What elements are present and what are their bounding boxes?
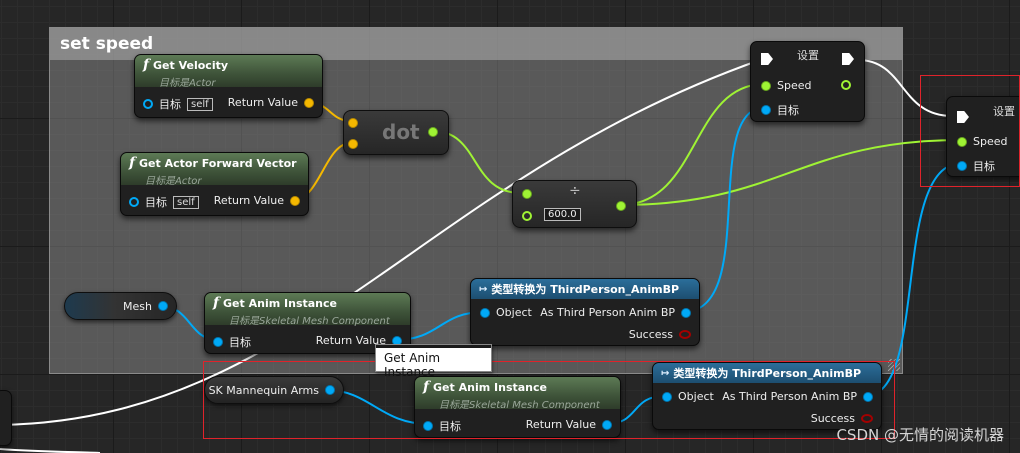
as-label: As Third Person Anim BP	[722, 390, 857, 403]
object-wire-cast2-set2	[864, 162, 963, 397]
node-header[interactable]: ↦ 类型转换为 ThirdPerson_AnimBP	[653, 363, 881, 383]
return-label: Return Value	[525, 418, 596, 431]
return-pin[interactable]	[290, 195, 300, 206]
function-icon: f	[129, 155, 136, 171]
object-label: Object	[678, 390, 714, 403]
success-pin[interactable]	[861, 414, 873, 423]
as-pin[interactable]	[681, 307, 691, 318]
divide-symbol: ÷	[569, 183, 581, 199]
cast-icon: ↦	[479, 283, 488, 295]
node-title: 设置	[993, 105, 1015, 118]
target-label: 目标	[973, 160, 995, 173]
object-pin[interactable]	[480, 307, 490, 318]
output-pin[interactable]	[158, 301, 168, 311]
tooltip: Get Anim Instance	[375, 344, 492, 379]
exec-in-pin-icon[interactable]	[761, 53, 773, 65]
dot-product-node[interactable]: dot	[343, 110, 449, 155]
target-pin[interactable]	[957, 161, 967, 171]
vector-a-pin[interactable]	[348, 118, 358, 128]
target-label: 目标	[145, 196, 167, 209]
function-icon: f	[423, 379, 430, 395]
node-header[interactable]: f Get Anim Instance 目标是Skeletal Mesh Comp…	[415, 377, 620, 411]
node-subtitle: 目标是Skeletal Mesh Component	[229, 316, 390, 327]
node-subtitle: 目标是Actor	[159, 78, 216, 89]
node-header[interactable]: ↦ 类型转换为 ThirdPerson_AnimBP	[471, 279, 699, 299]
exec-wire-bottom	[0, 448, 101, 453]
speed-label: Speed	[973, 135, 1008, 148]
divisor-pin[interactable]	[522, 211, 532, 221]
target-pin[interactable]	[423, 421, 433, 431]
set-speed-node-2[interactable]: 设置 Speed 目标	[946, 96, 1020, 177]
watermark: CSDN @无情的阅读机器	[836, 426, 1004, 444]
float-output-pin[interactable]	[428, 127, 438, 137]
get-anim-instance-node-2[interactable]: f Get Anim Instance 目标是Skeletal Mesh Comp…	[414, 376, 621, 438]
divide-node[interactable]: ÷ 600.0	[512, 180, 637, 228]
node-subtitle: 目标是Skeletal Mesh Component	[439, 400, 600, 411]
target-pin[interactable]	[213, 337, 223, 347]
return-pin[interactable]	[304, 97, 314, 108]
offscreen-node-edge[interactable]	[0, 390, 12, 446]
get-actor-forward-vector-node[interactable]: f Get Actor Forward Vector 目标是Actor 目标 se…	[120, 152, 309, 216]
node-title: Get Anim Instance	[433, 380, 547, 394]
node-title: Get Anim Instance	[223, 296, 337, 310]
node-title: 类型转换为 ThirdPerson_AnimBP	[673, 367, 862, 380]
dividend-pin[interactable]	[522, 189, 532, 199]
target-pin[interactable]	[143, 99, 153, 109]
node-header[interactable]: f Get Velocity 目标是Actor	[135, 55, 322, 89]
float-wire-divide-set1	[619, 83, 766, 206]
target-pin[interactable]	[761, 105, 771, 115]
exec-wire-set1-set2	[857, 59, 953, 117]
success-pin[interactable]	[679, 330, 691, 339]
speed-pin[interactable]	[761, 80, 771, 91]
exec-in-pin-icon[interactable]	[957, 111, 969, 123]
target-label: 目标	[439, 420, 461, 433]
return-pin[interactable]	[602, 419, 612, 430]
node-subtitle: 目标是Actor	[145, 176, 202, 187]
return-label: Return Value	[213, 194, 284, 207]
cast-to-thirdperson-animbp-node-1[interactable]: ↦ 类型转换为 ThirdPerson_AnimBP Object As Thir…	[470, 278, 700, 346]
success-label: Success	[628, 328, 673, 341]
node-title: Get Actor Forward Vector	[139, 156, 297, 170]
get-velocity-node[interactable]: f Get Velocity 目标是Actor 目标 self Return Va…	[134, 54, 323, 118]
object-label: Object	[496, 306, 532, 319]
vector-b-pin[interactable]	[348, 139, 358, 149]
node-title: 设置	[797, 49, 819, 62]
cast-icon: ↦	[661, 367, 670, 379]
float-wire-divide-set2	[619, 139, 962, 206]
self-value[interactable]: self	[173, 195, 199, 209]
dot-label: dot	[382, 120, 420, 144]
divisor-value[interactable]: 600.0	[544, 208, 581, 221]
node-title: 类型转换为 ThirdPerson_AnimBP	[491, 283, 680, 296]
return-label: Return Value	[227, 96, 298, 109]
target-label: 目标	[777, 104, 799, 117]
target-pin[interactable]	[129, 197, 139, 207]
sk-mannequin-arms-variable-node[interactable]: SK Mannequin Arms	[204, 376, 344, 404]
as-label: As Third Person Anim BP	[540, 306, 675, 319]
node-header[interactable]: f Get Anim Instance 目标是Skeletal Mesh Comp…	[205, 293, 410, 327]
target-label: 目标	[229, 336, 251, 349]
function-icon: f	[213, 295, 220, 311]
node-title: Get Velocity	[153, 58, 229, 72]
mesh-variable-node[interactable]: Mesh	[64, 292, 177, 320]
variable-label: Mesh	[123, 299, 152, 313]
node-header[interactable]: f Get Actor Forward Vector 目标是Actor	[121, 153, 308, 187]
float-output-pin[interactable]	[616, 201, 626, 211]
speed-label: Speed	[777, 79, 812, 92]
cast-to-thirdperson-animbp-node-2[interactable]: ↦ 类型转换为 ThirdPerson_AnimBP Object As Thir…	[652, 362, 882, 430]
exec-out-pin-icon[interactable]	[842, 53, 854, 65]
variable-label: SK Mannequin Arms	[208, 383, 319, 397]
set-speed-node-1[interactable]: 设置 Speed 目标	[750, 41, 865, 122]
speed-output-pin[interactable]	[841, 80, 851, 90]
function-icon: f	[143, 57, 150, 73]
as-pin[interactable]	[863, 391, 873, 402]
object-pin[interactable]	[662, 391, 672, 402]
target-label: 目标	[159, 98, 181, 111]
speed-pin[interactable]	[957, 136, 967, 147]
output-pin[interactable]	[325, 385, 335, 395]
self-value[interactable]: self	[187, 97, 213, 111]
